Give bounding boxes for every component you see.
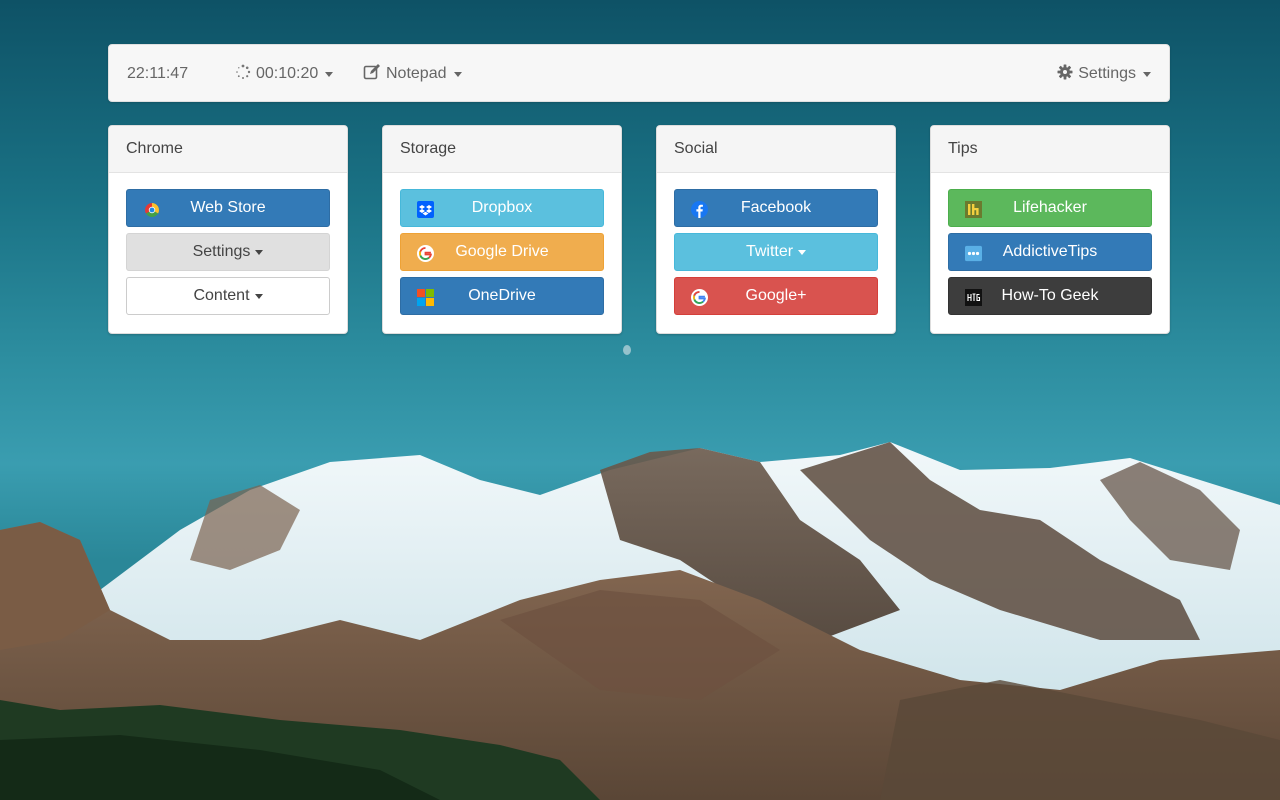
button-label: Content [193, 287, 250, 304]
timer-label: 00:10:20 [256, 65, 319, 82]
panel-title: Tips [931, 126, 1169, 173]
chevron-down-icon [325, 71, 334, 77]
settings-label: Settings [1078, 65, 1136, 82]
panel-social: Social Facebook Twitter Google+ [656, 125, 896, 334]
button-label: Twitter [745, 243, 794, 260]
button-label: Facebook [740, 199, 812, 216]
chrome-icon [143, 201, 160, 218]
edit-icon [363, 63, 381, 85]
microsoft-icon [417, 289, 434, 306]
button-label: Lifehacker [1013, 199, 1087, 216]
chevron-down-icon [1143, 71, 1151, 77]
top-toolbar: 22:11:47 00:10:20 Notepad Settings [108, 44, 1170, 102]
chrome-settings-dropdown[interactable]: Settings [126, 233, 330, 271]
facebook-icon [691, 201, 708, 218]
wallpaper-mountains [0, 442, 1280, 800]
dropbox-button[interactable]: Dropbox [400, 189, 604, 227]
google-icon [417, 245, 434, 262]
panel-title: Chrome [109, 126, 347, 173]
chevron-down-icon [254, 293, 263, 299]
facebook-button[interactable]: Facebook [674, 189, 878, 227]
htg-icon [965, 289, 982, 306]
spinner-icon [235, 64, 251, 85]
addictivetips-icon [965, 245, 982, 262]
button-label: Google+ [745, 287, 807, 304]
moon [623, 345, 631, 355]
clock: 22:11:47 [127, 65, 189, 82]
button-label: Dropbox [471, 199, 533, 216]
button-label: Google Drive [455, 243, 549, 260]
button-label: AddictiveTips [1002, 243, 1098, 260]
panel-tips: Tips Lifehacker AddictiveTips How-To Gee… [930, 125, 1170, 334]
chrome-content-dropdown[interactable]: Content [126, 277, 330, 315]
google-drive-button[interactable]: Google Drive [400, 233, 604, 271]
google-plus-button[interactable]: Google+ [674, 277, 878, 315]
chevron-down-icon [798, 249, 807, 255]
panel-title: Storage [383, 126, 621, 173]
how-to-geek-button[interactable]: How-To Geek [948, 277, 1152, 315]
lifehacker-icon [965, 201, 982, 218]
notepad-dropdown[interactable]: Notepad [363, 45, 462, 103]
google-icon [691, 289, 708, 306]
button-label: Web Store [190, 199, 266, 216]
onedrive-button[interactable]: OneDrive [400, 277, 604, 315]
timer-dropdown[interactable]: 00:10:20 [235, 45, 334, 103]
panel-title: Social [657, 126, 895, 173]
gear-icon [1057, 64, 1073, 85]
lifehacker-button[interactable]: Lifehacker [948, 189, 1152, 227]
panel-chrome: Chrome Web Store Settings Content [108, 125, 348, 334]
dropbox-icon [417, 201, 434, 218]
button-label: OneDrive [468, 287, 536, 304]
notepad-label: Notepad [386, 65, 447, 82]
twitter-dropdown[interactable]: Twitter [674, 233, 878, 271]
button-label: How-To Geek [1001, 287, 1099, 304]
panel-storage: Storage Dropbox Google Drive OneDrive [382, 125, 622, 334]
addictivetips-button[interactable]: AddictiveTips [948, 233, 1152, 271]
chevron-down-icon [255, 249, 264, 255]
web-store-button[interactable]: Web Store [126, 189, 330, 227]
settings-dropdown[interactable]: Settings [1057, 45, 1151, 103]
chevron-down-icon [453, 71, 462, 77]
button-label: Settings [192, 243, 251, 260]
